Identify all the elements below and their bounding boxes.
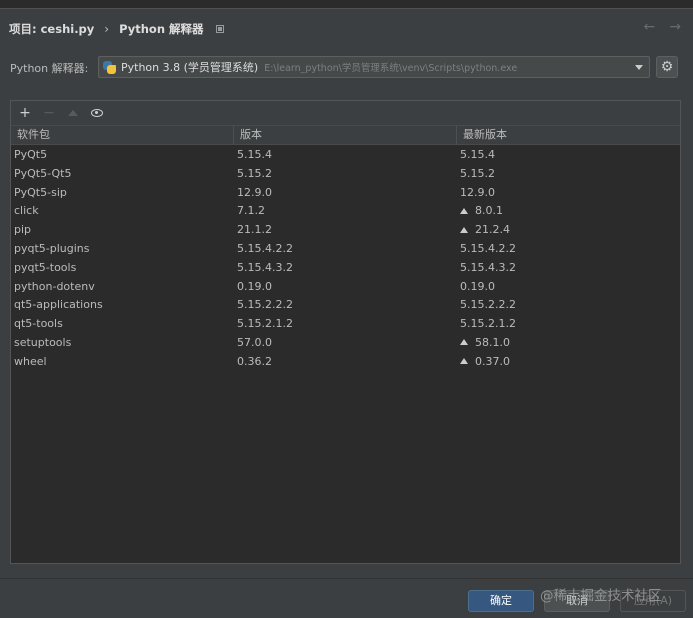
package-name: pyqt5-plugins [14, 241, 90, 255]
package-name: PyQt5-Qt5 [14, 166, 72, 180]
package-name: pip [14, 223, 32, 237]
interpreter-label: Python 解释器: [10, 62, 89, 75]
column-header-latest-version[interactable]: 最新版本 [457, 126, 680, 144]
package-latest: 5.15.2.1.2 [460, 317, 516, 331]
table-row[interactable]: pyqt5-tools 5.15.4.3.2 5.15.4.3.2 [11, 259, 680, 278]
breadcrumb: 项目: ceshi.py › Python 解释器 [0, 9, 693, 49]
column-header-package[interactable]: 软件包 [11, 126, 234, 144]
package-latest: 5.15.4 [460, 148, 495, 161]
window-top-border [0, 0, 693, 9]
package-version: 7.1.2 [237, 204, 265, 218]
back-arrow-icon[interactable]: ← [644, 20, 656, 34]
packages-table-header: 软件包 版本 最新版本 [11, 125, 680, 145]
package-latest: 5.15.4.3.2 [460, 260, 516, 274]
upgrade-available-icon [460, 226, 468, 233]
package-latest: 8.0.1 [457, 202, 680, 221]
table-row[interactable]: PyQt5 5.15.4 5.15.4 [11, 146, 680, 165]
footer-divider [0, 578, 693, 579]
column-header-version[interactable]: 版本 [234, 126, 457, 144]
table-row[interactable]: qt5-applications 5.15.2.2.2 5.15.2.2.2 [11, 296, 680, 315]
packages-toolbar: + − [11, 101, 680, 125]
gear-icon: ⚙ [660, 59, 674, 75]
breadcrumb-separator: › [104, 22, 110, 36]
package-latest-value: 8.0.1 [475, 204, 503, 218]
plus-icon: + [19, 105, 31, 121]
chevron-down-icon[interactable] [635, 65, 643, 70]
table-row[interactable]: qt5-tools 5.15.2.1.2 5.15.2.1.2 [11, 315, 680, 334]
package-version: 5.15.4.2.2 [237, 241, 293, 255]
package-name: pyqt5-tools [14, 260, 77, 274]
package-version: 5.15.2.2.2 [237, 298, 293, 312]
package-version: 57.0.0 [237, 335, 272, 349]
upgrade-icon [68, 110, 78, 116]
watermark: @稀土掘金技术社区 [540, 588, 662, 604]
package-latest-value: 58.1.0 [475, 335, 510, 349]
packages-panel: + − 软件包 版本 最新版本 PyQt5 5.15.4 5.15.4 PyQt… [10, 100, 681, 564]
table-row[interactable]: python-dotenv 0.19.0 0.19.0 [11, 278, 680, 297]
package-latest-value: 21.2.4 [475, 223, 510, 237]
python-icon [103, 60, 116, 74]
package-name: PyQt5 [14, 148, 48, 161]
package-version: 5.15.2 [237, 166, 272, 180]
package-version: 21.1.2 [237, 223, 272, 237]
show-early-releases-button[interactable] [87, 103, 107, 123]
package-name: click [14, 204, 39, 218]
add-package-button[interactable]: + [15, 103, 35, 123]
package-latest: 5.15.4.2.2 [460, 241, 516, 255]
package-name: setuptools [14, 335, 72, 349]
upgrade-package-button[interactable] [63, 103, 83, 123]
forward-arrow-icon[interactable]: → [669, 20, 681, 34]
upgrade-available-icon [460, 339, 468, 346]
table-row[interactable]: setuptools 57.0.0 58.1.0 [11, 334, 680, 353]
upgrade-available-icon [460, 207, 468, 214]
package-name: wheel [14, 354, 47, 368]
package-latest: 0.37.0 [457, 353, 680, 372]
package-latest: 21.2.4 [457, 221, 680, 240]
interpreter-row: Python 解释器: Python 3.8 (学员管理系统) E:\learn… [0, 54, 693, 80]
interpreter-name: Python 3.8 (学员管理系统) [121, 61, 259, 74]
upgrade-available-icon [460, 358, 468, 365]
package-latest: 12.9.0 [460, 185, 495, 199]
package-version: 12.9.0 [237, 185, 272, 199]
table-row[interactable]: pip 21.1.2 21.2.4 [11, 221, 680, 240]
package-latest: 5.15.2 [460, 166, 495, 180]
interpreter-path: E:\learn_python\学员管理系统\venv\Scripts\pyth… [264, 63, 518, 74]
package-latest: 58.1.0 [457, 334, 680, 353]
breadcrumb-page: Python 解释器 [119, 22, 204, 36]
minus-icon: − [43, 105, 55, 121]
package-latest-value: 0.37.0 [475, 354, 510, 368]
table-row[interactable]: pyqt5-plugins 5.15.4.2.2 5.15.4.2.2 [11, 240, 680, 259]
eye-icon [91, 109, 103, 117]
interpreter-dropdown[interactable]: Python 3.8 (学员管理系统) E:\learn_python\学员管理… [98, 56, 650, 78]
package-name: qt5-tools [14, 317, 63, 331]
history-nav: ← → [644, 20, 681, 34]
package-latest: 5.15.2.2.2 [460, 298, 516, 312]
remove-package-button[interactable]: − [39, 103, 59, 123]
package-name: qt5-applications [14, 298, 103, 312]
package-latest: 0.19.0 [460, 279, 495, 293]
package-version: 5.15.4.3.2 [237, 260, 293, 274]
package-version: 0.19.0 [237, 279, 272, 293]
breadcrumb-project[interactable]: 项目: ceshi.py [9, 21, 94, 37]
table-row[interactable]: wheel 0.36.2 0.37.0 [11, 353, 680, 372]
interpreter-settings-button[interactable]: ⚙ [656, 56, 678, 78]
ok-button[interactable]: 确定 [468, 590, 534, 612]
pin-icon[interactable] [215, 25, 224, 33]
packages-table-body: PyQt5 5.15.4 5.15.4 PyQt5-Qt5 5.15.2 5.1… [11, 146, 680, 372]
package-version: 5.15.4 [237, 148, 272, 161]
package-version: 0.36.2 [237, 354, 272, 368]
table-row[interactable]: click 7.1.2 8.0.1 [11, 202, 680, 221]
package-version: 5.15.2.1.2 [237, 317, 293, 331]
package-name: python-dotenv [14, 279, 95, 293]
table-row[interactable]: PyQt5-Qt5 5.15.2 5.15.2 [11, 165, 680, 184]
package-name: PyQt5-sip [14, 185, 67, 199]
table-row[interactable]: PyQt5-sip 12.9.0 12.9.0 [11, 184, 680, 203]
